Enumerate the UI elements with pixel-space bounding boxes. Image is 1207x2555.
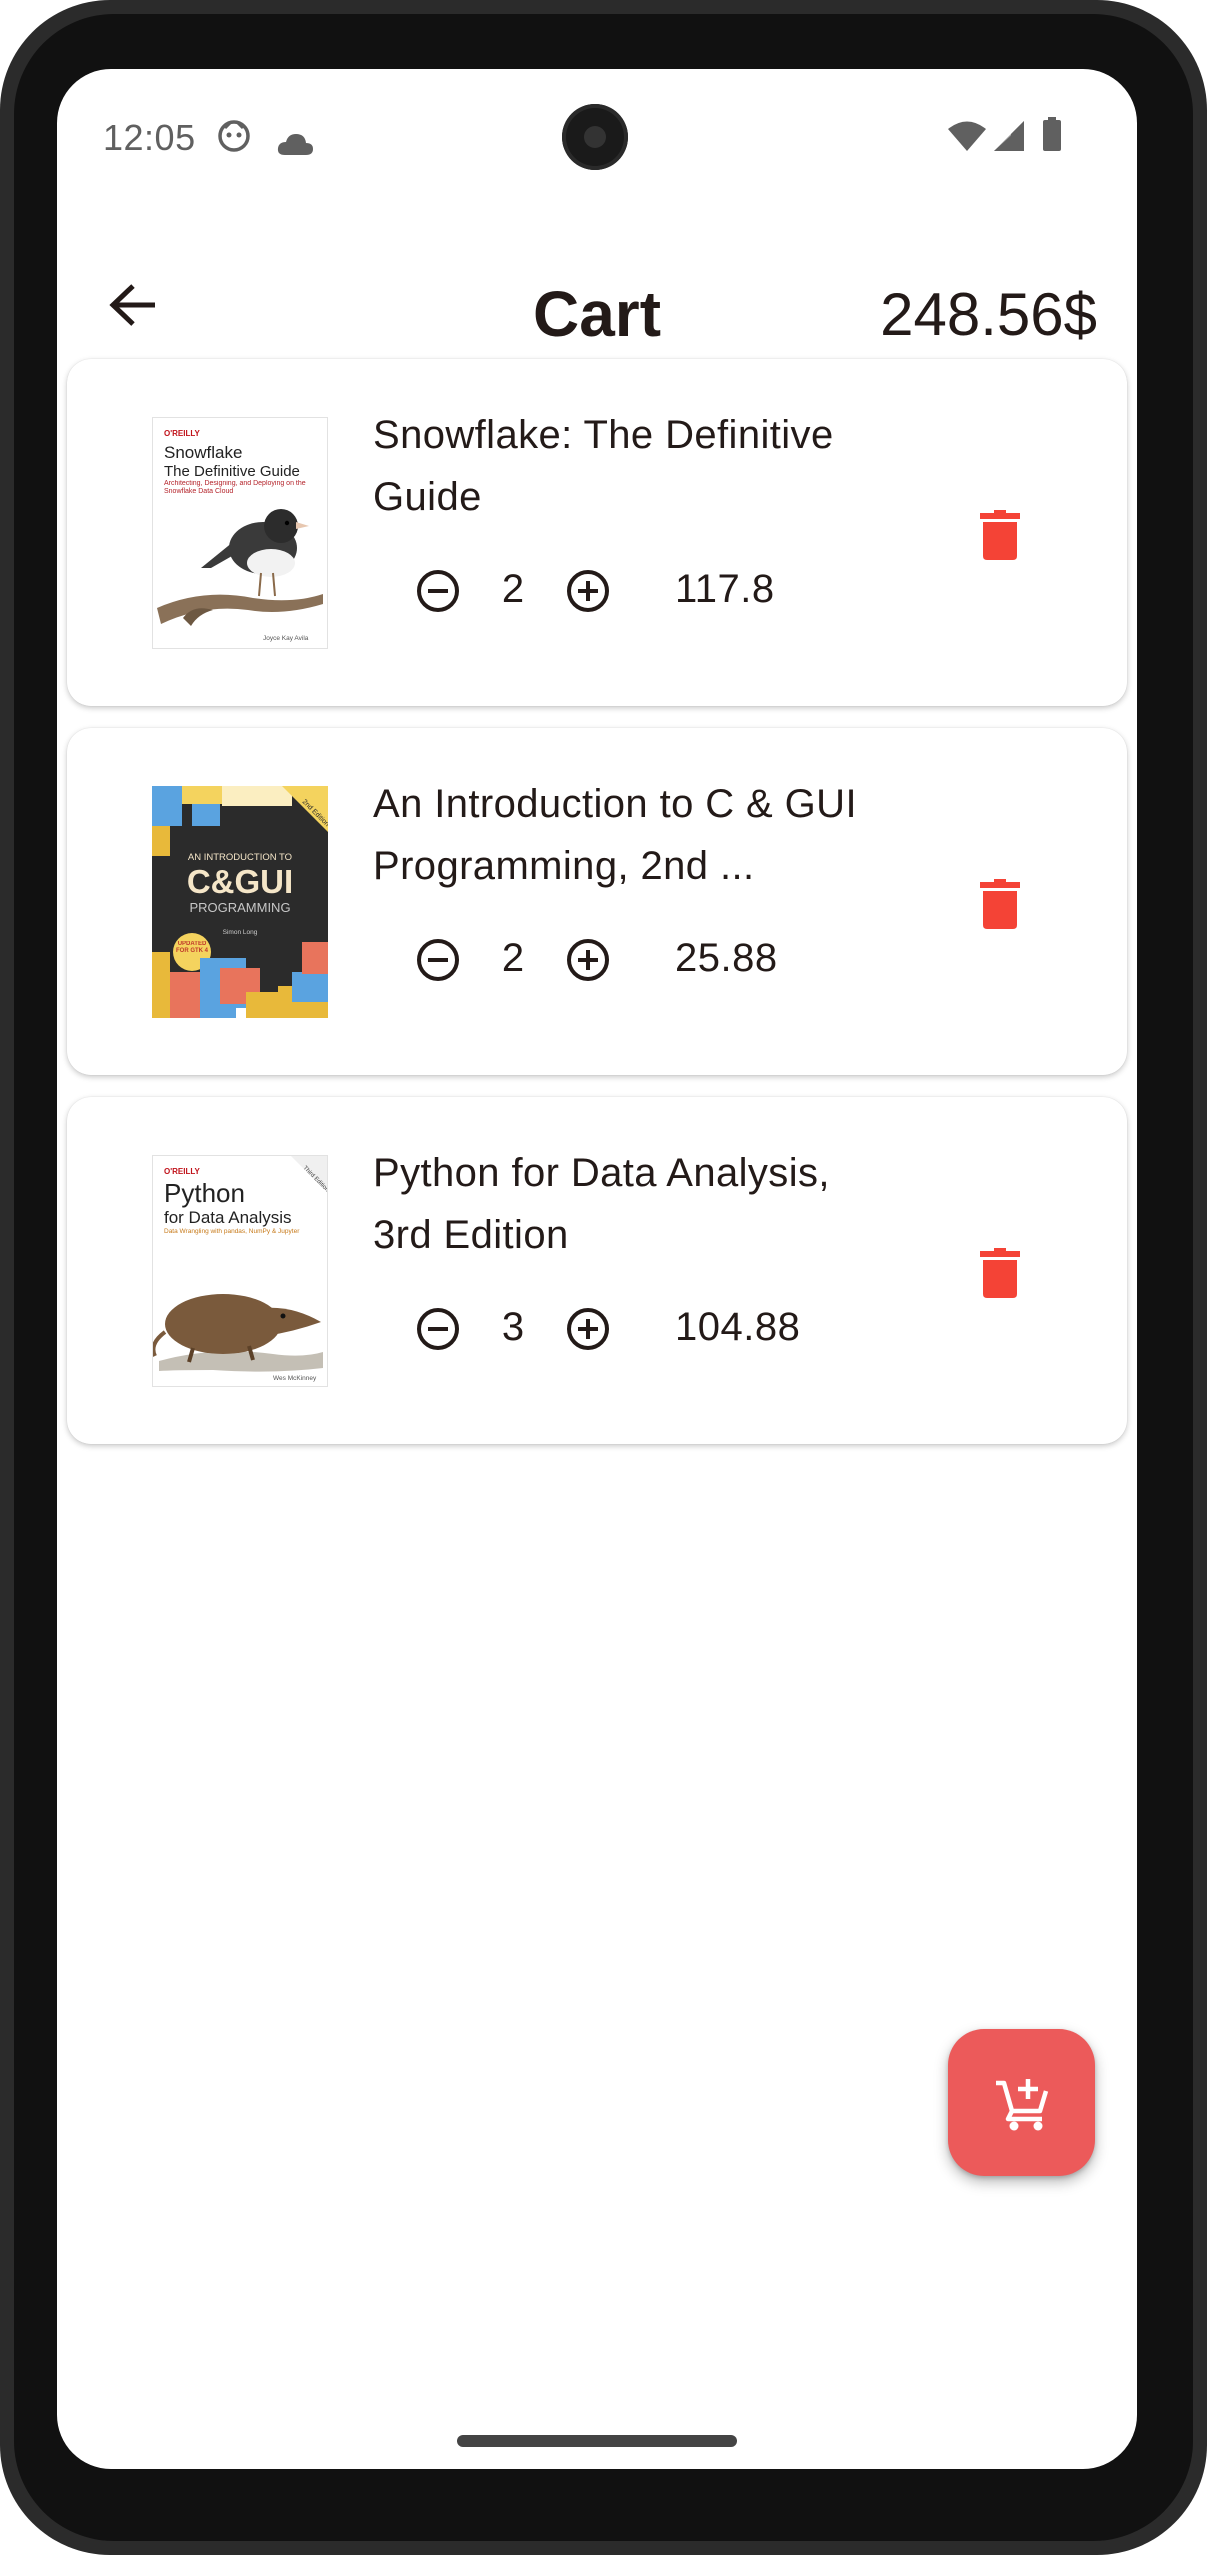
cover-subtitle: Data Wrangling with pandas, NumPy & Jupy… bbox=[164, 1228, 300, 1235]
plus-circle-icon bbox=[567, 1308, 609, 1350]
item-price: 104.88 bbox=[675, 1305, 801, 1349]
delete-button[interactable] bbox=[972, 1245, 1028, 1301]
quantity-value: 2 bbox=[501, 567, 525, 611]
quantity-value: 3 bbox=[501, 1305, 525, 1349]
decrement-button[interactable] bbox=[412, 934, 464, 986]
trash-icon bbox=[980, 1248, 1020, 1298]
screen: 12:05 Cart 248.56$ O'REILLY Snowflake Th… bbox=[57, 69, 1137, 2469]
app-bar: Cart 248.56$ bbox=[57, 249, 1137, 359]
cover-title-line1: Python bbox=[164, 1178, 245, 1208]
quantity-value: 2 bbox=[501, 936, 525, 980]
decrement-button[interactable] bbox=[412, 565, 464, 617]
cover-title-line2: for Data Analysis bbox=[164, 1208, 292, 1227]
cart-total: 248.56$ bbox=[880, 281, 1097, 348]
status-time: 12:05 bbox=[103, 117, 196, 158]
face-icon bbox=[217, 119, 251, 162]
plus-circle-icon bbox=[567, 570, 609, 612]
home-indicator[interactable] bbox=[457, 2435, 737, 2447]
cover-bottom-line: PROGRAMMING bbox=[189, 900, 290, 915]
delete-button[interactable] bbox=[972, 876, 1028, 932]
plus-circle-icon bbox=[567, 939, 609, 981]
cover-title-line2: The Definitive Guide bbox=[164, 463, 300, 480]
trash-icon bbox=[980, 510, 1020, 560]
increment-button[interactable] bbox=[562, 565, 614, 617]
power-button bbox=[1197, 820, 1207, 1130]
minus-circle-icon bbox=[417, 1308, 459, 1350]
cloud-icon bbox=[276, 124, 314, 166]
decrement-button[interactable] bbox=[412, 1303, 464, 1355]
minus-circle-icon bbox=[417, 939, 459, 981]
cover-title-line1: Snowflake bbox=[164, 443, 242, 462]
quantity-stepper: 2 117.8 bbox=[412, 561, 912, 621]
cover-publisher: O'REILLY bbox=[164, 1167, 201, 1176]
cover-author: Joyce Kay Avila bbox=[263, 635, 309, 642]
add-shopping-cart-icon bbox=[995, 2078, 1048, 2130]
device-frame: 12:05 Cart 248.56$ O'REILLY Snowflake Th… bbox=[0, 0, 1207, 2555]
wifi-icon bbox=[947, 119, 987, 161]
cart-item[interactable]: Third Edition O'REILLY Python for Data A… bbox=[67, 1097, 1127, 1444]
trash-icon bbox=[980, 879, 1020, 929]
cart-list: O'REILLY Snowflake The Definitive Guide … bbox=[67, 359, 1127, 1466]
item-price: 25.88 bbox=[675, 936, 778, 980]
cart-item[interactable]: 2nd Edition AN INTRODUCTION TO C&GUI PRO… bbox=[67, 728, 1127, 1075]
item-title: Snowflake: The Definitive Guide bbox=[373, 413, 834, 519]
cover-author: Simon Long bbox=[223, 929, 258, 936]
item-title: An Introduction to C & GUI Programming, … bbox=[373, 782, 857, 888]
quantity-stepper: 2 25.88 bbox=[412, 930, 912, 990]
signal-icon bbox=[993, 119, 1025, 161]
add-to-cart-fab[interactable] bbox=[948, 2029, 1095, 2176]
cover-publisher: O'REILLY bbox=[164, 429, 201, 438]
cart-item[interactable]: O'REILLY Snowflake The Definitive Guide … bbox=[67, 359, 1127, 706]
volume-button bbox=[1197, 620, 1207, 770]
minus-circle-icon bbox=[417, 570, 459, 612]
battery-icon bbox=[1042, 117, 1062, 160]
quantity-stepper: 3 104.88 bbox=[412, 1299, 912, 1359]
cover-badge: UPDATED FOR GTK 4 bbox=[175, 941, 208, 954]
book-cover: 2nd Edition AN INTRODUCTION TO C&GUI PRO… bbox=[152, 786, 328, 1018]
status-bar: 12:05 bbox=[57, 69, 1137, 199]
increment-button[interactable] bbox=[562, 934, 614, 986]
cover-top-line: AN INTRODUCTION TO bbox=[188, 852, 292, 863]
delete-button[interactable] bbox=[972, 507, 1028, 563]
book-cover: O'REILLY Snowflake The Definitive Guide … bbox=[152, 417, 328, 649]
front-camera bbox=[562, 104, 628, 170]
book-cover: Third Edition O'REILLY Python for Data A… bbox=[152, 1155, 328, 1387]
cover-author: Wes McKinney bbox=[273, 1375, 317, 1382]
cover-subtitle: Architecting, Designing, and Deploying o… bbox=[164, 480, 306, 495]
cover-big-line: C&GUI bbox=[187, 863, 293, 900]
item-price: 117.8 bbox=[675, 567, 775, 611]
increment-button[interactable] bbox=[562, 1303, 614, 1355]
item-title: Python for Data Analysis, 3rd Edition bbox=[373, 1151, 830, 1257]
